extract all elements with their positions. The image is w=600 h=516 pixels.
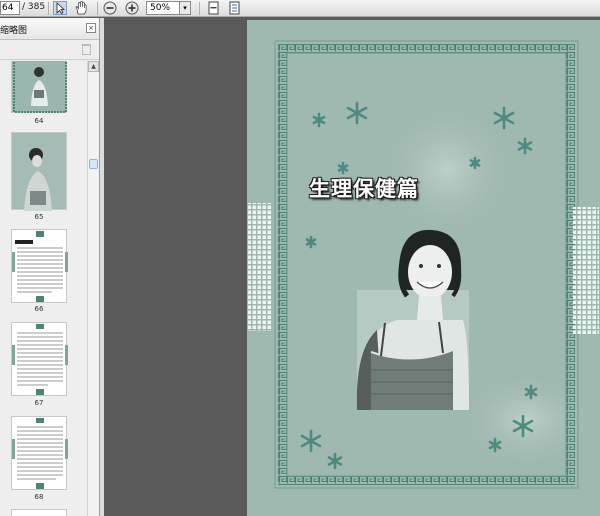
thumbnail-label: 64 — [34, 117, 44, 125]
toolbar: 64 / 385 50% ▾ — [0, 0, 600, 17]
zoom-in-button[interactable] — [125, 1, 139, 15]
thumbnail-image — [13, 61, 67, 113]
zoom-level-input[interactable]: 50% — [146, 1, 180, 15]
thumbnail-page-64[interactable] — [11, 61, 67, 113]
thumbnail-image — [12, 324, 68, 395]
border-top — [278, 44, 575, 53]
thumbnail-label: 67 — [34, 399, 44, 407]
hand-tool-icon — [75, 1, 87, 15]
thumbnail-list[interactable]: 64 65 66 67 68 — [0, 61, 86, 516]
panel-toolbar — [0, 40, 99, 60]
thumbnail-label: 66 — [34, 305, 44, 313]
edge-grid-left — [248, 203, 272, 331]
thumbnail-page-68[interactable] — [11, 416, 68, 490]
select-tool-button[interactable] — [53, 1, 67, 15]
panel-title: 缩略图 — [0, 26, 28, 36]
scroll-up-icon[interactable]: ▲ — [88, 61, 99, 72]
zoom-out-button[interactable] — [103, 1, 117, 15]
thumbnail-image — [12, 231, 68, 302]
select-arrow-icon — [56, 2, 66, 15]
zoom-in-icon — [125, 1, 139, 15]
thumbnail-page-65[interactable] — [11, 132, 67, 211]
page-artwork — [248, 40, 599, 489]
thumbnail-image — [12, 418, 68, 489]
fit-width-button[interactable] — [228, 1, 242, 15]
thumbnails-panel: 缩略图 × 64 65 66 67 68 ▲ — [0, 18, 100, 516]
page-number-input[interactable]: 64 — [0, 1, 20, 15]
hand-tool-button[interactable] — [74, 1, 88, 15]
thumbnail-page-67[interactable] — [11, 322, 68, 396]
trash-icon[interactable] — [82, 44, 91, 55]
fit-width-icon — [229, 1, 240, 15]
page-total: / 385 — [22, 2, 46, 12]
scrollbar-thumb[interactable] — [89, 159, 98, 169]
chapter-title: 生理保健篇 — [309, 177, 419, 201]
panel-splitter[interactable] — [100, 18, 104, 516]
thumbnail-image — [24, 148, 52, 211]
zoom-out-icon — [103, 1, 117, 15]
zoom-dropdown-button[interactable]: ▾ — [180, 1, 191, 15]
thumbnail-label: 65 — [34, 213, 44, 221]
thumbnail-scrollbar[interactable]: ▲ — [87, 61, 99, 516]
panel-close-button[interactable]: × — [86, 23, 96, 33]
fit-page-button[interactable] — [207, 1, 221, 15]
border-left — [278, 44, 287, 485]
thumbnail-label: 68 — [34, 493, 44, 501]
document-page: 生理保健篇 — [247, 20, 600, 516]
toolbar-divider — [199, 2, 200, 15]
thumbnail-page-69[interactable] — [11, 509, 67, 516]
toolbar-divider — [97, 2, 98, 15]
woman-photo — [356, 229, 469, 410]
toolbar-divider — [48, 2, 49, 15]
fit-page-icon — [208, 1, 219, 15]
edge-grid-right — [573, 207, 599, 335]
border-bottom — [278, 476, 575, 485]
thumbnail-page-66[interactable] — [11, 229, 68, 303]
panel-header: 缩略图 × — [0, 18, 99, 40]
